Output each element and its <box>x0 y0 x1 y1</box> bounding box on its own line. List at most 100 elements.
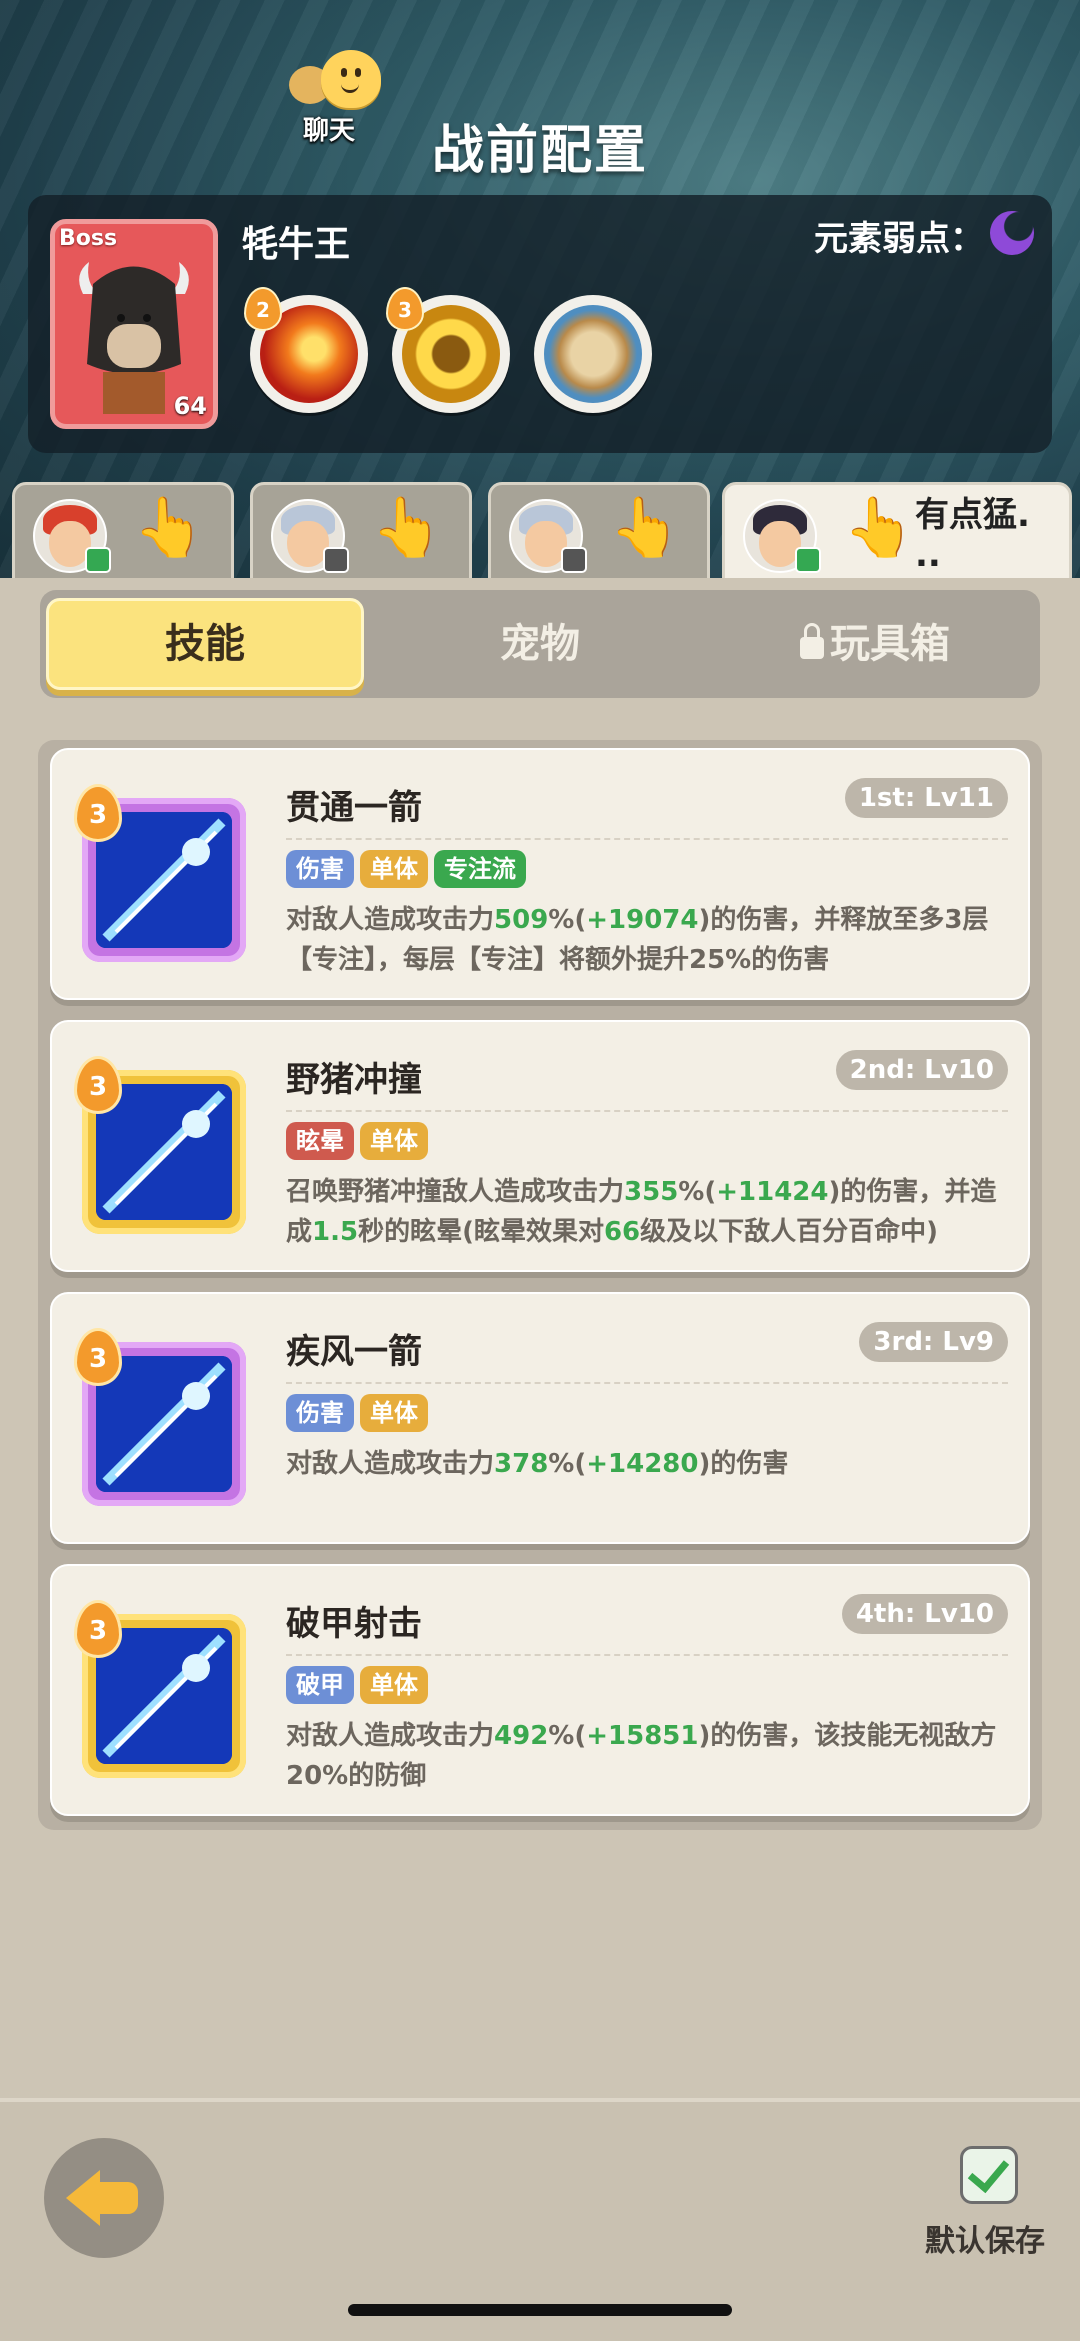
smiley-chat-icon <box>321 50 381 108</box>
skill-description: 对敌人造成攻击力509%(+19074)的伤害，并释放至多3层【专注】，每层【专… <box>286 900 1016 980</box>
team-slot-1[interactable]: 👆 <box>12 482 234 582</box>
skill-tag: 伤害 <box>286 850 354 888</box>
divider <box>286 1654 1008 1656</box>
status-badge <box>795 547 821 573</box>
back-button[interactable] <box>44 2138 164 2258</box>
skill-card[interactable]: 3 野猪冲撞 2nd: Lv10 眩晕 单体召唤野猪冲撞敌人造成攻击力355%(+114… <box>50 1020 1030 1272</box>
skill-value-highlight: 378 <box>494 1449 549 1479</box>
skill-name: 野猪冲撞 <box>286 1060 422 1100</box>
skill-description: 对敌人造成攻击力378%(+14280)的伤害 <box>286 1444 1016 1484</box>
skill-list: 3 贯通一箭 1st: Lv11 伤害 单体 专注流 对敌人造成攻击力509%(+19074… <box>38 740 1042 1830</box>
shield-fist-icon <box>544 305 642 403</box>
status-badge <box>85 547 111 573</box>
skill-value-highlight: 492 <box>494 1721 549 1751</box>
skill-card[interactable]: 3 贯通一箭 1st: Lv11 伤害 单体 专注流对敌人造成攻击力509%(+19074… <box>50 748 1030 1000</box>
skill-description-text: 对敌人造成攻击力 <box>286 1449 495 1479</box>
moon-icon[interactable] <box>990 211 1034 255</box>
team-slot-3[interactable]: 👆 <box>488 482 710 582</box>
boss-info-panel: Boss 64 牦牛王 元素弱点： 2 3 <box>28 195 1052 453</box>
skill-description-text: %( <box>548 905 587 935</box>
tap-hand-icon: 👆 <box>371 493 444 561</box>
skill-slot-tag: 1st: Lv11 <box>844 778 1008 818</box>
default-save-toggle[interactable]: 默认保存 <box>920 2146 1050 2266</box>
yak-king-portrait <box>79 262 189 414</box>
boss-card[interactable]: Boss 64 <box>50 219 218 429</box>
boss-name: 牦牛王 <box>242 224 351 265</box>
skill-value-highlight: +11424 <box>716 1177 829 1207</box>
tab-skills[interactable]: 技能 <box>46 598 364 690</box>
skill-description-text: 对敌人造成攻击力 <box>286 1721 495 1751</box>
tap-hand-icon: 👆 <box>133 493 206 561</box>
orb-level-badge: 3 <box>386 287 424 331</box>
category-tabbar: 技能 宠物 玩具箱 <box>40 590 1040 698</box>
divider <box>286 838 1008 840</box>
team-slot-2[interactable]: 👆 <box>250 482 472 582</box>
skill-level-badge: 3 <box>74 1056 122 1114</box>
tab-pets[interactable]: 宠物 <box>381 598 699 690</box>
skill-tag: 专注流 <box>434 850 526 888</box>
home-indicator <box>348 2304 732 2316</box>
element-weakness-label: 元素弱点： <box>814 219 984 259</box>
back-arrow-icon <box>66 2170 100 2226</box>
team-name: 有点猛. .. <box>915 495 1030 575</box>
skill-value-highlight: +15851 <box>586 1721 699 1751</box>
boss-tag: Boss <box>59 226 118 251</box>
lock-icon <box>800 623 824 659</box>
skill-name: 破甲射击 <box>286 1604 422 1644</box>
skill-value-highlight: 509 <box>494 905 549 935</box>
skill-tags: 眩晕 单体 <box>286 1122 434 1162</box>
skill-name: 贯通一箭 <box>286 788 422 828</box>
skill-value-highlight: 1.5 <box>312 1217 359 1247</box>
skill-tag: 眩晕 <box>286 1122 354 1160</box>
boss-skill-fire-slash[interactable]: 2 <box>244 287 368 413</box>
skill-description-text: %( <box>548 1721 587 1751</box>
skill-tag: 单体 <box>360 1394 428 1432</box>
boss-skill-golden-ring[interactable]: 3 <box>386 287 510 413</box>
skill-name: 疾风一箭 <box>286 1332 422 1372</box>
skill-description-text: 级及以下敌人百分百命中) <box>640 1217 939 1247</box>
skill-description-text: 秒的眩晕(眩晕效果对 <box>358 1217 604 1247</box>
skill-tag: 单体 <box>360 850 428 888</box>
team-slot-4-selected[interactable]: 👆 有点猛. .. <box>722 482 1072 592</box>
boss-skill-shield-fist[interactable] <box>534 295 652 413</box>
skill-tags: 伤害 单体 <box>286 1394 434 1434</box>
skill-level-badge: 3 <box>74 784 122 842</box>
status-badge <box>561 547 587 573</box>
tap-hand-icon: 👆 <box>609 493 682 561</box>
tap-hand-icon: 👆 <box>843 493 916 561</box>
skill-value-highlight: +14280 <box>586 1449 699 1479</box>
skill-description: 召唤野猪冲撞敌人造成攻击力355%(+11424)的伤害，并造成1.5秒的眩晕(… <box>286 1172 1016 1252</box>
skill-tags: 伤害 单体 专注流 <box>286 850 532 890</box>
skill-tags: 破甲 单体 <box>286 1666 434 1706</box>
skill-description-text: %( <box>548 1449 587 1479</box>
skill-card[interactable]: 3 疾风一箭 3rd: Lv9 伤害 单体对敌人造成攻击力378%(+14280)的伤害 <box>50 1292 1030 1544</box>
skill-tag: 伤害 <box>286 1394 354 1432</box>
divider <box>286 1110 1008 1112</box>
skill-level-badge: 3 <box>74 1328 122 1386</box>
status-badge <box>323 547 349 573</box>
skill-card[interactable]: 3 破甲射击 4th: Lv10 破甲 单体对敌人造成攻击力492%(+15851)的伤… <box>50 1564 1030 1816</box>
skill-slot-tag: 2nd: Lv10 <box>835 1050 1008 1090</box>
skill-level-badge: 3 <box>74 1600 122 1658</box>
tab-toybox-label: 玩具箱 <box>830 621 950 667</box>
skill-description-text: 对敌人造成攻击力 <box>286 905 495 935</box>
page-title: 战前配置 <box>431 121 648 181</box>
skill-description: 对敌人造成攻击力492%(+15851)的伤害，该技能无视敌方20%的防御 <box>286 1716 1016 1796</box>
back-arrow-tail <box>96 2182 138 2214</box>
skill-slot-tag: 3rd: Lv9 <box>859 1322 1008 1362</box>
skill-description-text: %( <box>678 1177 717 1207</box>
divider <box>286 1382 1008 1384</box>
checkbox-checked-icon <box>960 2146 1018 2204</box>
skill-value-highlight: +19074 <box>586 905 699 935</box>
skill-tag: 单体 <box>360 1666 428 1704</box>
orb-level-badge: 2 <box>244 287 282 331</box>
skill-tag: 破甲 <box>286 1666 354 1704</box>
boss-level: 64 <box>173 392 207 420</box>
skill-description-text: 召唤野猪冲撞敌人造成攻击力 <box>286 1177 625 1207</box>
default-save-label: 默认保存 <box>925 2224 1045 2259</box>
tab-toybox[interactable]: 玩具箱 <box>716 598 1034 690</box>
skill-tag: 单体 <box>360 1122 428 1160</box>
skill-value-highlight: 66 <box>603 1217 641 1247</box>
skill-slot-tag: 4th: Lv10 <box>841 1594 1008 1634</box>
skill-description-text: )的伤害 <box>698 1449 789 1479</box>
